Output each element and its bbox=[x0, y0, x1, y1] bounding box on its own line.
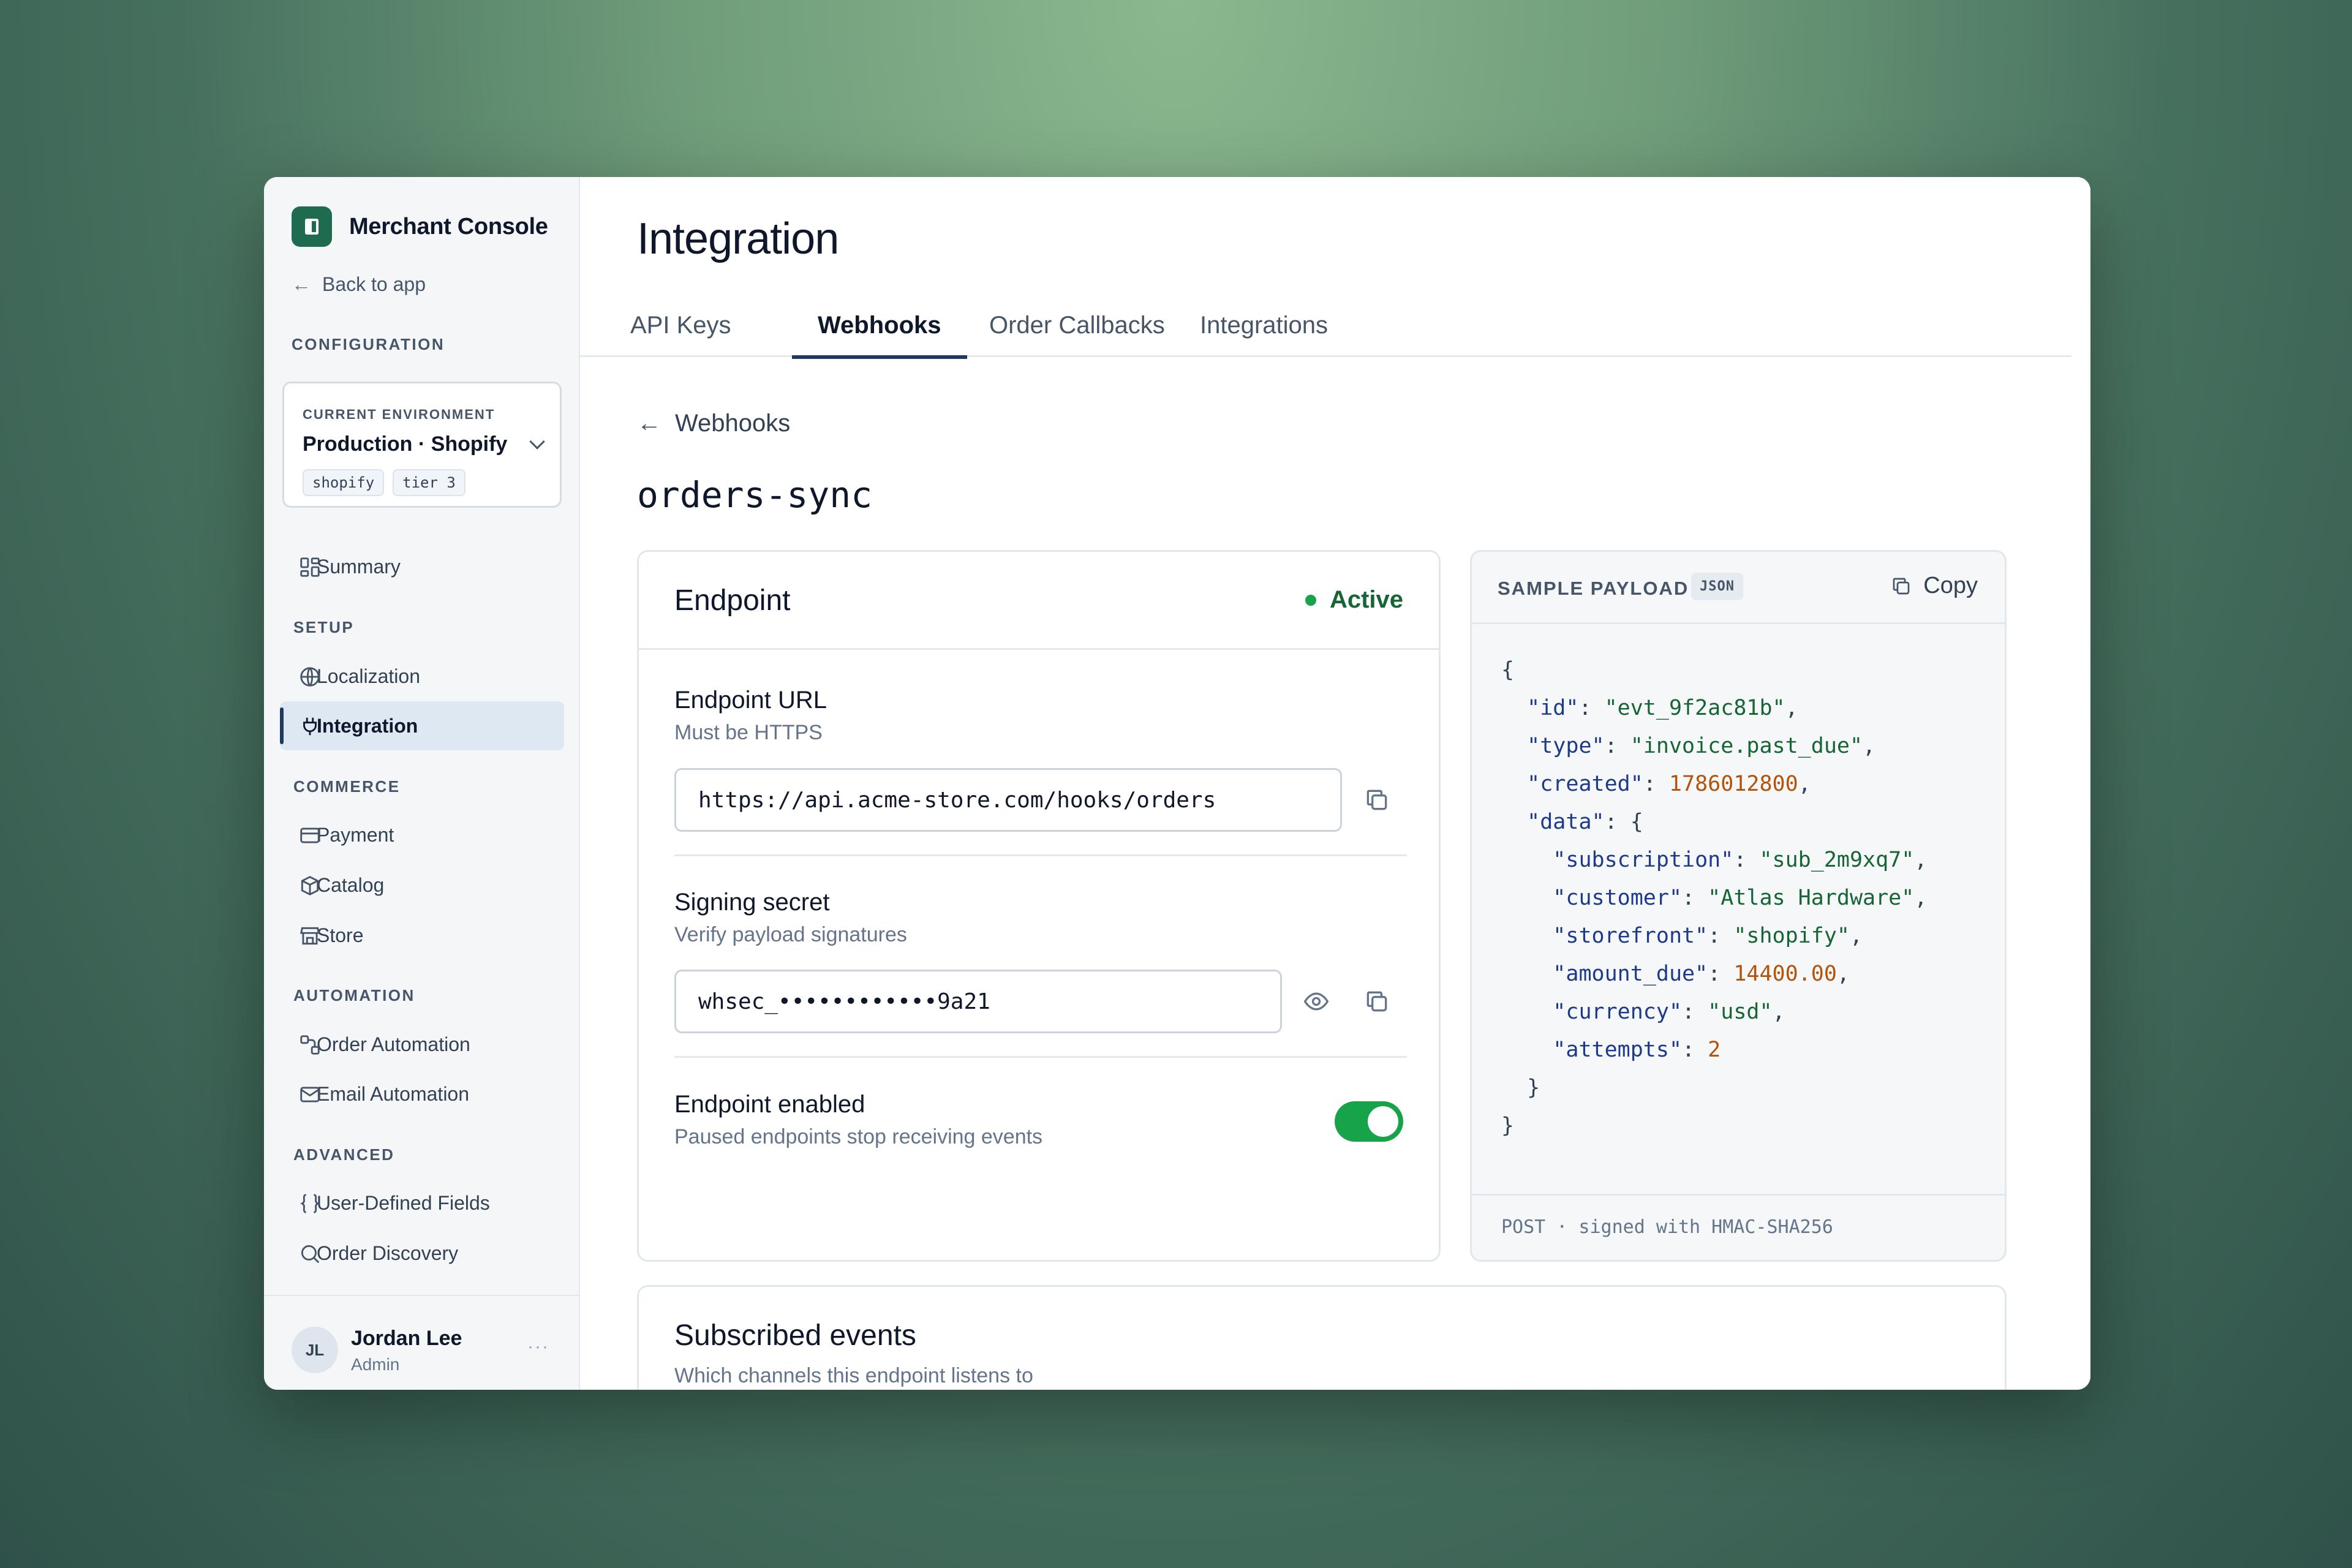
code-line: "customer": "Atlas Hardware", bbox=[1553, 886, 1928, 910]
subscribed-events-hint: Which channels this endpoint listens to bbox=[674, 1364, 1033, 1387]
endpoint-card: Endpoint Active Endpoint URL Must be HTT… bbox=[637, 550, 1441, 1262]
sidebar-item-summary[interactable]: Summary bbox=[280, 542, 564, 591]
code-line: "storefront": "shopify", bbox=[1553, 924, 1863, 948]
copy-icon[interactable] bbox=[1363, 786, 1390, 813]
code-line: } bbox=[1501, 1076, 1540, 1100]
page-title: Integration bbox=[637, 214, 839, 263]
user-role: Admin bbox=[351, 1355, 400, 1374]
sidebar-item-localization[interactable]: Localization bbox=[280, 652, 564, 701]
main-content: Integration API Keys Webhooks Order Call… bbox=[580, 177, 2090, 1390]
credit-card-icon bbox=[300, 827, 320, 843]
sidebar-item-user-defined-fields[interactable]: User-Defined Fields bbox=[280, 1178, 564, 1227]
status-badge: Active bbox=[1305, 586, 1403, 614]
brand-logo-icon bbox=[292, 206, 332, 247]
payload-title: SAMPLE PAYLOAD bbox=[1498, 578, 1689, 599]
box-icon bbox=[301, 876, 319, 895]
payload-code-block: { "id": "evt_9f2ac81b", "type": "invoice… bbox=[1501, 651, 1927, 1145]
environment-selector[interactable]: CURRENT ENVIRONMENT Production · Shopify… bbox=[282, 382, 562, 508]
brand-name: Merchant Console bbox=[349, 213, 548, 239]
avatar: JL bbox=[292, 1327, 338, 1373]
globe-icon bbox=[300, 667, 320, 687]
code-line: "currency": "usd", bbox=[1553, 1000, 1785, 1024]
store-icon bbox=[300, 927, 320, 945]
user-name: Jordan Lee bbox=[351, 1327, 462, 1350]
mail-icon bbox=[300, 1087, 320, 1102]
plug-icon bbox=[303, 717, 317, 736]
workflow-icon bbox=[300, 1035, 320, 1055]
sidebar-item-order-automation[interactable]: Order Automation bbox=[280, 1020, 564, 1069]
endpoint-url-hint: Must be HTTPS bbox=[674, 721, 823, 744]
sample-payload-card: SAMPLE PAYLOAD JSON Copy { "id": "evt_9f… bbox=[1470, 550, 2007, 1262]
eye-icon[interactable] bbox=[1303, 988, 1330, 1015]
brand[interactable]: Merchant Console bbox=[292, 206, 548, 247]
sidebar-item-integration[interactable]: Integration bbox=[280, 701, 564, 750]
braces-icon bbox=[300, 1194, 320, 1213]
divider bbox=[674, 854, 1407, 856]
code-line: "type": "invoice.past_due", bbox=[1527, 734, 1876, 758]
subscribed-events-title: Subscribed events bbox=[674, 1319, 916, 1352]
subscribed-events-card: Subscribed events Which channels this en… bbox=[637, 1285, 2007, 1390]
endpoint-enabled-toggle[interactable] bbox=[1335, 1101, 1403, 1142]
tab-order-callbacks[interactable]: Order Callbacks bbox=[963, 293, 1191, 357]
environment-tag: shopify bbox=[303, 469, 385, 496]
code-line: "id": "evt_9f2ac81b", bbox=[1527, 696, 1798, 720]
tab-webhooks[interactable]: Webhooks bbox=[792, 293, 967, 359]
arrow-left-icon: ← bbox=[292, 273, 311, 295]
sidebar-item-catalog[interactable]: Catalog bbox=[280, 861, 564, 910]
code-line: } bbox=[1501, 1114, 1515, 1138]
webhook-name: orders-sync bbox=[637, 474, 873, 516]
sidebar: Merchant Console ← Back to app CONFIGURA… bbox=[264, 177, 580, 1390]
code-line: "amount_due": 14400.00, bbox=[1553, 962, 1850, 986]
code-line: "subscription": "sub_2m9xq7", bbox=[1553, 848, 1928, 872]
environment-value: Production · Shopify bbox=[303, 432, 508, 456]
environment-label: CURRENT ENVIRONMENT bbox=[303, 407, 496, 422]
code-line: "created": 1786012800, bbox=[1527, 772, 1811, 796]
signing-secret-input[interactable]: whsec_••••••••••••9a21 bbox=[674, 970, 1282, 1033]
endpoint-enabled-label: Endpoint enabled bbox=[674, 1091, 865, 1118]
tab-bar: API Keys Webhooks Order Callbacks Integr… bbox=[580, 293, 2071, 359]
endpoint-url-input[interactable]: https://api.acme-store.com/hooks/orders bbox=[674, 768, 1342, 832]
chevron-down-icon bbox=[529, 434, 545, 450]
toggle-knob bbox=[1368, 1106, 1398, 1137]
breadcrumb[interactable]: ← Webhooks bbox=[637, 410, 790, 437]
sidebar-item-store[interactable]: Store bbox=[280, 911, 564, 960]
section-label-automation: AUTOMATION bbox=[293, 986, 415, 1005]
tab-integrations[interactable]: Integrations bbox=[1174, 293, 1354, 357]
copy-icon bbox=[1893, 578, 1910, 594]
section-label-configuration: CONFIGURATION bbox=[292, 335, 445, 353]
code-line: "attempts": 2 bbox=[1553, 1038, 1721, 1062]
search-icon bbox=[301, 1245, 320, 1264]
endpoint-url-label: Endpoint URL bbox=[674, 687, 827, 714]
status-dot-icon bbox=[1305, 594, 1316, 606]
signing-secret-hint: Verify payload signatures bbox=[674, 923, 907, 946]
section-label-commerce: COMMERCE bbox=[293, 777, 401, 796]
environment-tag: tier 3 bbox=[393, 469, 466, 496]
payload-footer: POST · signed with HMAC-SHA256 bbox=[1472, 1194, 2005, 1260]
code-line: { bbox=[1501, 658, 1515, 682]
sidebar-item-email-automation[interactable]: Email Automation bbox=[280, 1069, 564, 1118]
section-label-advanced: ADVANCED bbox=[293, 1145, 395, 1164]
format-badge: JSON bbox=[1691, 573, 1743, 600]
sidebar-item-order-discovery[interactable]: Order Discovery bbox=[280, 1229, 564, 1278]
copy-icon[interactable] bbox=[1363, 988, 1390, 1015]
signing-secret-label: Signing secret bbox=[674, 889, 830, 916]
endpoint-card-title: Endpoint bbox=[674, 584, 791, 617]
code-line: "data": { bbox=[1527, 810, 1643, 834]
back-to-app-link[interactable]: ← Back to app bbox=[292, 273, 426, 296]
section-label-setup: SETUP bbox=[293, 618, 355, 636]
tab-api-keys[interactable]: API Keys bbox=[605, 293, 757, 357]
user-profile[interactable]: JL Jordan Lee Admin ··· bbox=[264, 1295, 579, 1390]
endpoint-enabled-hint: Paused endpoints stop receiving events bbox=[674, 1125, 1043, 1148]
divider bbox=[674, 1056, 1407, 1058]
copy-payload-button[interactable]: Copy bbox=[1890, 573, 1978, 599]
more-options-icon[interactable]: ··· bbox=[527, 1336, 549, 1357]
arrow-left-icon: ← bbox=[637, 410, 662, 437]
sidebar-item-payment[interactable]: Payment bbox=[280, 810, 564, 859]
app-window: Merchant Console ← Back to app CONFIGURA… bbox=[264, 177, 2090, 1390]
grid-icon bbox=[300, 557, 320, 577]
